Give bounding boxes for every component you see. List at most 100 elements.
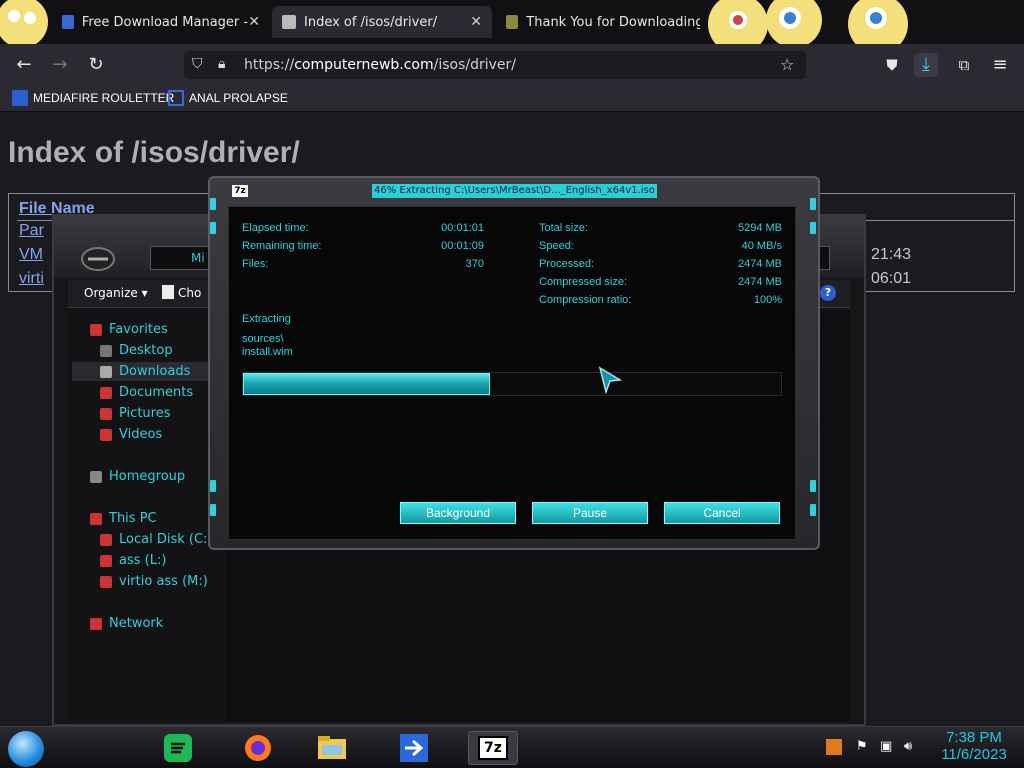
bookmark-label: ANAL PROLAPSE xyxy=(189,91,288,105)
frame-led xyxy=(810,504,816,516)
file-link-parent[interactable]: Par xyxy=(19,222,44,240)
back-arrow-icon[interactable]: ← xyxy=(12,53,36,77)
tab-label: Index of /isos/driver/ xyxy=(304,14,438,30)
nav-drive-m[interactable]: virtio ass (M:) xyxy=(100,574,208,589)
start-orb-icon[interactable] xyxy=(8,731,44,767)
pause-button[interactable]: Pause xyxy=(532,502,648,524)
elapsed-time-label: Elapsed time: xyxy=(242,222,309,234)
tab-thank-you[interactable]: Thank You for Downloading Ea xyxy=(496,6,710,38)
flag-icon[interactable]: ⚑ xyxy=(856,739,868,754)
nav-label: Local Disk (C:) xyxy=(119,532,213,547)
url-text: https://computernewb.com/isos/driver/ xyxy=(244,57,516,73)
compressed-size-value: 2474 MB xyxy=(737,276,782,288)
close-icon[interactable]: ✕ xyxy=(470,14,482,30)
tab-index-of-isos-driver[interactable]: Index of /isos/driver/ ✕ xyxy=(272,6,492,38)
document-icon xyxy=(162,285,174,299)
taskbar-spotify[interactable] xyxy=(158,731,198,765)
status-text: Extracting xyxy=(242,313,291,325)
frame-led xyxy=(810,222,816,234)
taskbar-file-explorer[interactable] xyxy=(312,731,352,765)
current-path: sources\ xyxy=(242,333,284,345)
firefox-icon xyxy=(245,735,271,761)
spotify-icon xyxy=(164,734,192,762)
organize-button[interactable]: Organize ▾ xyxy=(84,286,148,300)
background-button[interactable]: Background xyxy=(400,502,516,524)
shield-icon[interactable]: ⛉ xyxy=(192,56,203,72)
clock-time: 7:38 PM xyxy=(946,729,1002,746)
explorer-nav-orb-icon[interactable] xyxy=(80,246,116,272)
videos-icon xyxy=(100,428,112,441)
url-bar[interactable]: ⛉ 🔒︎ https://computernewb.com/isos/drive… xyxy=(184,51,806,79)
bookmark-star-icon[interactable]: ☆ xyxy=(780,55,794,74)
reload-icon[interactable]: ↻ xyxy=(84,53,108,77)
tab-free-download-manager[interactable]: Free Download Manager - dow ✕ xyxy=(52,6,270,38)
bookmarks-bar: MEDIAFIRE ROULETTER ANAL PROLAPSE xyxy=(0,86,1024,112)
speed-value: 40 MB/s xyxy=(741,240,782,252)
nav-documents[interactable]: Documents xyxy=(100,385,193,400)
frame-led xyxy=(210,480,216,492)
file-link-vm[interactable]: VM xyxy=(19,246,43,264)
nav-label: Desktop xyxy=(119,343,173,358)
lock-icon[interactable]: 🔒︎ xyxy=(218,56,225,72)
nav-drive-l[interactable]: ass (L:) xyxy=(100,553,166,568)
close-icon[interactable]: ✕ xyxy=(248,14,260,30)
nav-network[interactable]: Network xyxy=(90,616,163,631)
nav-videos[interactable]: Videos xyxy=(100,427,162,442)
frame-led xyxy=(810,198,816,210)
files-value: 370 xyxy=(465,258,484,270)
nav-favorites[interactable]: Favorites xyxy=(90,322,168,337)
forward-arrow-icon[interactable]: → xyxy=(48,53,72,77)
cancel-button[interactable]: Cancel xyxy=(664,502,780,524)
page-title: Index of /isos/driver/ xyxy=(8,136,300,169)
choose-button[interactable]: Cho xyxy=(178,286,201,300)
bookmark-mediafire-rouletter[interactable]: MEDIAFIRE ROULETTER xyxy=(12,90,174,106)
sevenzip-taskbar-icon: 7z xyxy=(478,736,508,760)
speed-label: Speed: xyxy=(539,240,574,252)
nav-label: virtio ass (M:) xyxy=(119,574,208,589)
files-label: Files: xyxy=(242,258,269,270)
computer-icon xyxy=(90,512,102,525)
nav-local-disk-c[interactable]: Local Disk (C:) xyxy=(100,532,212,547)
remaining-time-value: 00:01:09 xyxy=(441,240,484,252)
nav-desktop[interactable]: Desktop xyxy=(100,343,173,358)
compression-ratio-label: Compression ratio: xyxy=(539,294,632,306)
pocket-icon[interactable]: ⛊ xyxy=(880,53,904,77)
system-clock[interactable]: 7:38 PM 11/6/2023 xyxy=(936,729,1012,763)
file-time: 21:43 xyxy=(871,246,912,263)
drive-icon xyxy=(100,533,112,546)
desktop-icon xyxy=(100,344,112,357)
downloads-folder-icon xyxy=(100,365,112,378)
nav-label: ass (L:) xyxy=(119,553,167,568)
nav-this-pc[interactable]: This PC xyxy=(90,511,157,526)
taskbar-7zip[interactable]: 7z xyxy=(468,731,518,765)
nav-downloads[interactable]: Downloads xyxy=(72,362,218,381)
page-favicon-icon xyxy=(506,15,519,29)
nav-label: Downloads xyxy=(119,364,191,379)
nav-label: Network xyxy=(109,616,164,631)
nav-pictures[interactable]: Pictures xyxy=(100,406,170,421)
nav-homegroup[interactable]: Homegroup xyxy=(90,469,185,484)
volume-icon[interactable]: 🔊︎ xyxy=(904,739,912,754)
taskbar-remote-app[interactable] xyxy=(394,731,434,765)
tab-label: Thank You for Downloading Ea xyxy=(526,14,700,30)
dialog-title: 46% Extracting C:\Users\MrBeast\D..._Eng… xyxy=(372,184,657,198)
file-link-virtio[interactable]: virti xyxy=(19,270,44,288)
pictures-icon xyxy=(100,407,112,420)
extensions-icon[interactable]: ⧉ xyxy=(952,53,976,77)
tab-label: Free Download Manager - dow xyxy=(81,14,249,30)
nav-label: Homegroup xyxy=(109,469,186,484)
tray-app-icon[interactable] xyxy=(826,739,842,755)
help-icon[interactable]: ? xyxy=(820,285,836,301)
compressed-size-label: Compressed size: xyxy=(539,276,628,288)
menu-icon[interactable]: ≡ xyxy=(988,53,1012,77)
frame-led xyxy=(210,504,216,516)
taskbar-firefox[interactable] xyxy=(238,731,278,765)
sevenzip-logo-icon: 7z xyxy=(232,185,248,197)
taskbar: 7z ⚑ ▣ 🔊︎ 7:38 PM 11/6/2023 xyxy=(0,726,1024,768)
tab-bar: Free Download Manager - dow ✕ Index of /… xyxy=(0,0,1024,54)
processed-value: 2474 MB xyxy=(737,258,782,270)
bookmark-anal-prolapse[interactable]: ANAL PROLAPSE xyxy=(168,90,288,106)
nav-label: Videos xyxy=(119,427,163,442)
downloads-icon[interactable]: ⤓ xyxy=(914,53,938,77)
network-tray-icon[interactable]: ▣ xyxy=(880,739,892,754)
